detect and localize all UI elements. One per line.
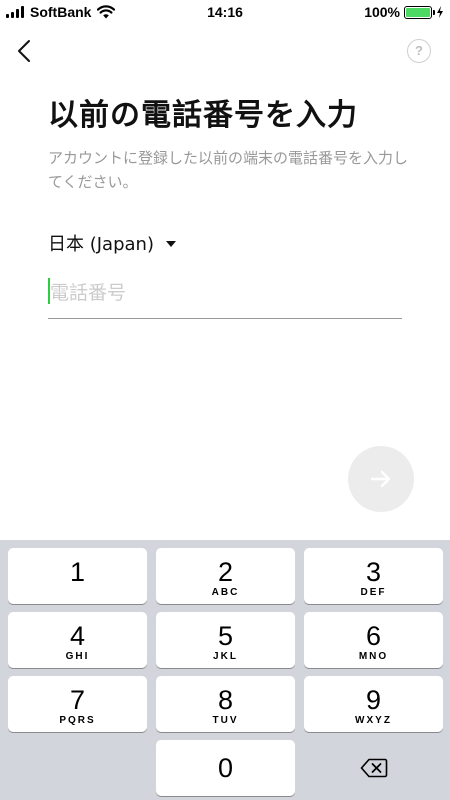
text-cursor — [48, 278, 50, 304]
arrow-right-icon — [370, 470, 391, 488]
country-label: 日本 (Japan) — [48, 234, 154, 255]
key-letters: PQRS — [59, 715, 96, 726]
key-0[interactable]: 0 — [156, 740, 295, 796]
key-number: 4 — [69, 621, 86, 651]
help-button[interactable]: ? — [407, 39, 431, 63]
key-number: 2 — [217, 557, 234, 587]
charging-bolt-icon — [437, 6, 443, 18]
key-6[interactable]: 6 MNO — [304, 612, 443, 668]
key-number: 1 — [69, 557, 86, 587]
key-9[interactable]: 9 WXYZ — [304, 676, 443, 732]
country-selector[interactable]: 日本 (Japan) — [48, 230, 176, 256]
key-letters: GHI — [65, 651, 90, 662]
key-number: 3 — [365, 557, 382, 587]
key-letters: JKL — [213, 651, 238, 662]
back-button[interactable] — [14, 36, 36, 66]
key-letters: WXYZ — [355, 715, 392, 726]
key-1[interactable]: 1 — [8, 548, 147, 604]
key-number: 9 — [365, 685, 382, 715]
delete-key[interactable] — [304, 740, 443, 796]
description-text: アカウントに登録した以前の端末の電話番号を入力してください。 — [48, 149, 409, 191]
key-letters: DEF — [360, 587, 387, 598]
key-number: 0 — [217, 753, 234, 783]
page-title: 以前の電話番号を入力 — [48, 98, 358, 133]
battery-icon — [404, 5, 435, 19]
key-letters: MNO — [358, 651, 389, 662]
battery-percentage: 100% — [364, 4, 400, 20]
key-4[interactable]: 4 GHI — [8, 612, 147, 668]
chevron-left-icon — [18, 40, 30, 62]
key-number: 5 — [217, 621, 234, 651]
key-number: 7 — [69, 685, 86, 715]
key-8[interactable]: 8 TUV — [156, 676, 295, 732]
key-number: 8 — [217, 685, 234, 715]
key-2[interactable]: 2 ABC — [156, 548, 295, 604]
phone-number-field[interactable] — [48, 270, 402, 319]
backspace-icon — [360, 758, 388, 778]
key-letters: TUV — [212, 715, 239, 726]
key-5[interactable]: 5 JKL — [156, 612, 295, 668]
next-button[interactable] — [348, 446, 414, 512]
key-3[interactable]: 3 DEF — [304, 548, 443, 604]
key-letters: ABC — [211, 587, 240, 598]
status-bar: SoftBank 14:16 100% — [0, 0, 450, 26]
key-number: 6 — [365, 621, 382, 651]
status-right: 100% — [364, 4, 444, 20]
numeric-keypad: 1 2 ABC 3 DEF 4 GHI 5 JKL 6 MNO 7 PQRS 8… — [0, 540, 450, 800]
phone-number-input[interactable] — [48, 270, 402, 316]
key-7[interactable]: 7 PQRS — [8, 676, 147, 732]
caret-down-icon — [165, 241, 176, 247]
